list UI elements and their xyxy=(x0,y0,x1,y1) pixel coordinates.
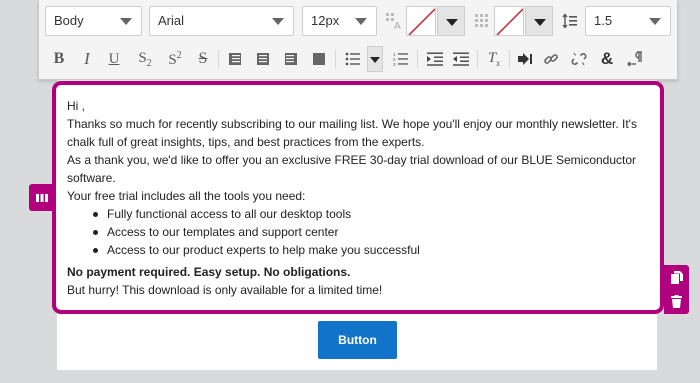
arrow-right-icon xyxy=(518,53,532,65)
font-size-select[interactable]: 12px xyxy=(302,6,377,36)
superscript-button[interactable]: S2 xyxy=(161,44,189,74)
insert-link-button[interactable] xyxy=(513,44,537,74)
text-block-content[interactable]: Hi , Thanks so much for recently subscri… xyxy=(67,97,653,299)
paragraph-direction-icon xyxy=(627,51,642,67)
subscript-button[interactable]: S2 xyxy=(131,44,159,74)
link-button[interactable] xyxy=(539,44,563,74)
align-center-icon xyxy=(257,53,269,65)
svg-text:3: 3 xyxy=(393,62,396,66)
features-list: Fully functional access to all our deskt… xyxy=(67,205,653,259)
align-left-button[interactable] xyxy=(223,44,247,74)
toolbar-divider xyxy=(509,50,510,68)
trash-icon xyxy=(671,294,682,308)
strikethrough-button[interactable]: S xyxy=(191,44,215,74)
block-format-value: Body xyxy=(54,13,84,28)
background-color-icon xyxy=(471,6,493,36)
intro-paragraph: Thanks so much for recently subscribing … xyxy=(67,117,637,149)
font-family-value: Arial xyxy=(158,13,185,28)
block-format-select[interactable]: Body xyxy=(45,6,142,36)
toolbar-divider xyxy=(477,50,478,68)
outdent-button[interactable] xyxy=(449,44,473,74)
editor-toolbar: Body Arial 12px A 1.5 B I U S2 S2 S 1 2 … xyxy=(38,0,678,80)
outdent-icon xyxy=(453,52,469,66)
font-size-value: 12px xyxy=(311,13,340,28)
indent-button[interactable] xyxy=(423,44,447,74)
italic-button[interactable]: I xyxy=(75,44,99,74)
line-height-value: 1.5 xyxy=(594,13,613,28)
strikethrough-icon: S xyxy=(198,50,208,67)
line-height-select[interactable]: 1.5 xyxy=(585,6,671,36)
clear-formatting-icon: Tx xyxy=(487,50,501,68)
text-direction-button[interactable] xyxy=(624,44,648,74)
text-color-dropdown[interactable] xyxy=(437,6,465,36)
svg-text:A: A xyxy=(394,21,401,30)
special-character-button[interactable]: & xyxy=(595,44,619,74)
link-icon xyxy=(544,54,558,64)
underline-button[interactable]: U xyxy=(102,44,126,74)
indent-icon xyxy=(427,52,443,66)
toolbar-row-2: B I U S2 S2 S 123 Tx & xyxy=(39,44,677,74)
list-item: Access to our product experts to help ma… xyxy=(91,241,653,259)
unlink-icon xyxy=(571,52,587,66)
toolbar-row-1: Body Arial 12px A 1.5 xyxy=(39,6,677,36)
subscript-icon: S2 xyxy=(138,49,152,69)
block-tools xyxy=(664,265,689,314)
list-item: Access to our templates and support cent… xyxy=(91,223,653,241)
greeting-text: Hi , xyxy=(67,99,85,113)
no-obligation-text: No payment required. Easy setup. No obli… xyxy=(67,265,351,279)
caret-down-icon xyxy=(370,57,380,63)
line-height-icon xyxy=(559,6,581,36)
bold-button[interactable]: B xyxy=(47,44,71,74)
offer-paragraph: As a thank you, we'd like to offer you a… xyxy=(67,153,637,185)
ampersand-icon: & xyxy=(600,49,614,68)
align-right-icon xyxy=(285,53,297,65)
cta-button[interactable]: Button xyxy=(318,321,397,359)
unlink-button[interactable] xyxy=(567,44,591,74)
background-color-dropdown[interactable] xyxy=(525,6,553,36)
chevron-down-icon xyxy=(272,18,284,25)
bold-icon: B xyxy=(53,50,65,67)
delete-block-button[interactable] xyxy=(664,289,689,313)
toolbar-divider xyxy=(335,50,336,68)
text-color-icon: A xyxy=(383,6,405,36)
toolbar-divider xyxy=(417,50,418,68)
bullet-list-button[interactable] xyxy=(341,44,365,74)
align-right-button[interactable] xyxy=(279,44,303,74)
duplicate-icon xyxy=(670,270,683,284)
numbered-list-icon: 123 xyxy=(393,52,408,66)
bullet-list-icon xyxy=(345,52,360,66)
text-block[interactable]: Hi , Thanks so much for recently subscri… xyxy=(52,81,664,314)
columns-icon xyxy=(35,193,48,202)
toolbar-divider xyxy=(218,50,219,68)
text-color-swatch[interactable] xyxy=(406,6,436,36)
font-family-select[interactable]: Arial xyxy=(149,6,294,36)
list-item: Fully functional access to all our deskt… xyxy=(91,205,653,223)
chevron-down-icon xyxy=(120,18,132,25)
align-justify-button[interactable] xyxy=(307,44,331,74)
duplicate-block-button[interactable] xyxy=(664,265,689,289)
italic-icon: I xyxy=(84,49,90,68)
cta-button-label: Button xyxy=(338,333,377,347)
tools-intro-text: Your free trial includes all the tools y… xyxy=(67,189,306,203)
align-justify-icon xyxy=(313,53,325,65)
caret-down-icon xyxy=(446,19,458,26)
underline-icon: U xyxy=(108,50,120,67)
caret-down-icon xyxy=(534,19,546,26)
align-center-button[interactable] xyxy=(251,44,275,74)
closing-text: But hurry! This download is only availab… xyxy=(67,283,383,297)
chevron-down-icon xyxy=(649,18,661,25)
chevron-down-icon xyxy=(355,18,367,25)
column-handle[interactable] xyxy=(29,184,54,211)
bullet-style-dropdown[interactable] xyxy=(367,46,383,72)
clear-formatting-button[interactable]: Tx xyxy=(482,44,506,74)
superscript-icon: S2 xyxy=(168,49,182,68)
numbered-list-button[interactable]: 123 xyxy=(389,44,413,74)
align-left-icon xyxy=(229,53,241,65)
background-color-swatch[interactable] xyxy=(494,6,524,36)
